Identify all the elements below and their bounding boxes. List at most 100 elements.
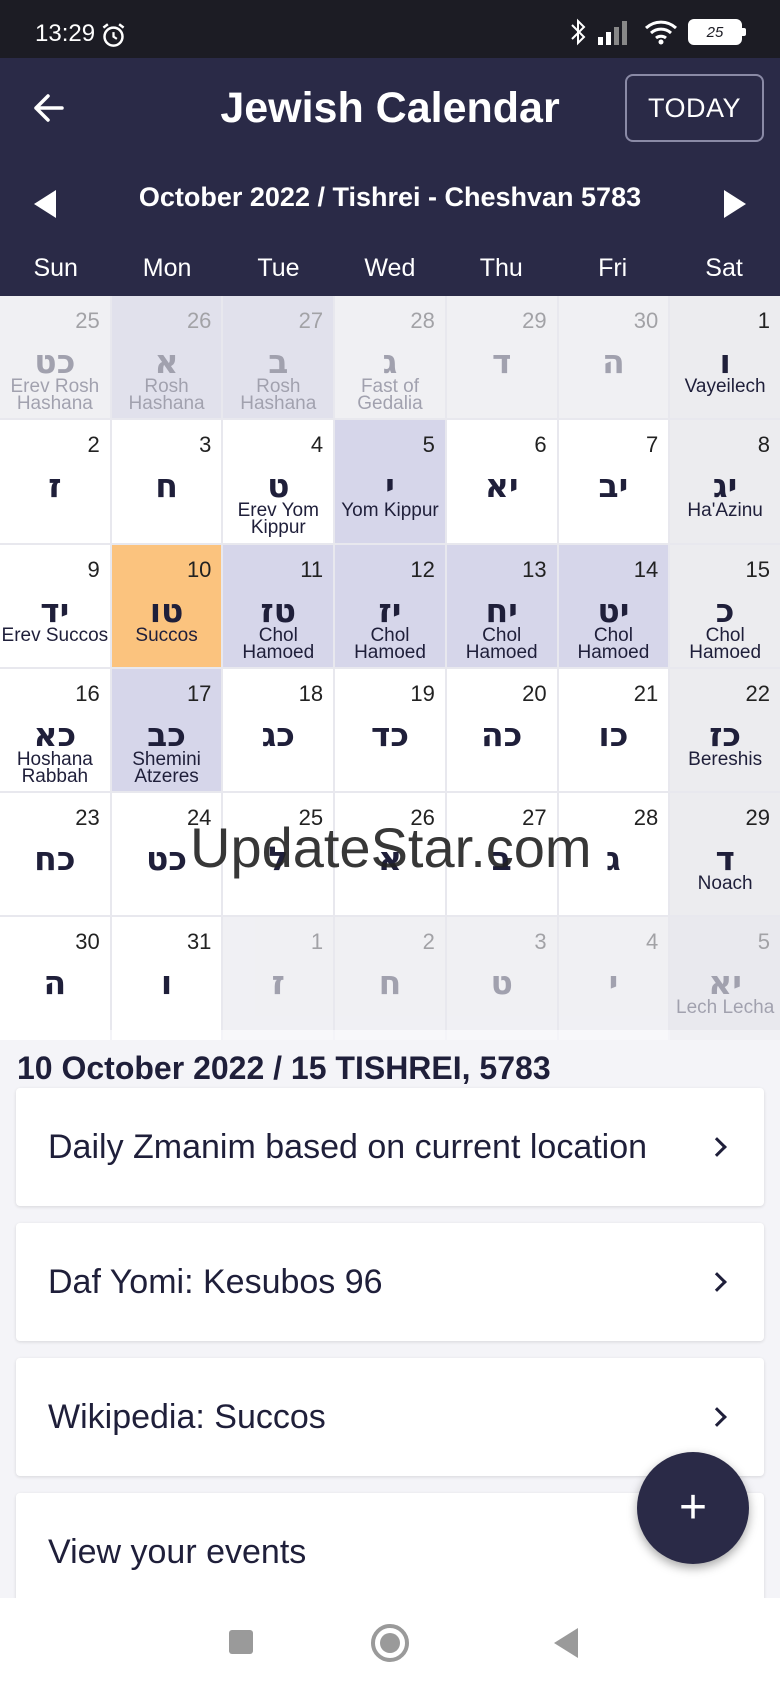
day-event-label: Chol Hamoed [242, 624, 315, 663]
home-icon[interactable] [371, 1624, 409, 1662]
calendar-day-cell[interactable]: 29 ד [446, 296, 557, 419]
day-number: 25 [75, 308, 100, 333]
hebrew-date: א [377, 839, 402, 879]
day-event-label: Yom Kippur [341, 500, 439, 522]
day-number: 30 [633, 308, 659, 333]
add-event-button[interactable]: + [637, 1452, 749, 1564]
month-title: October 2022 / Tishrei - Cheshvan 5783 [138, 182, 642, 212]
day-number: 9 [87, 556, 100, 582]
day-number: 4 [646, 929, 659, 955]
calendar-day-cell[interactable]: 29 ד Noach [670, 793, 780, 916]
calendar-day-cell[interactable]: 23 כח [0, 793, 110, 916]
hebrew-date: ה [43, 963, 67, 1003]
chevron-right-icon [707, 1137, 727, 1157]
day-number: 17 [186, 680, 212, 706]
calendar-day-cell[interactable]: 3ח [111, 420, 222, 543]
recents-icon[interactable] [229, 1630, 253, 1654]
calendar-day-cell[interactable]: 26 א [335, 793, 445, 916]
weekday-label: Sat [705, 254, 743, 282]
calendar-day-cell[interactable]: 27 ב Rosh Hashana [223, 296, 334, 419]
day-number: 25 [298, 805, 324, 831]
calendar-day-cell[interactable]: 6 יא [446, 420, 557, 543]
day-event-label: Chol Hamoed [689, 624, 762, 663]
calendar-day-cell[interactable]: 5 יא Lech Lecha [670, 917, 780, 1040]
weekday-label: Fri [598, 254, 628, 282]
day-number: 27 [522, 805, 547, 831]
calendar-day-cell[interactable]: 10 טו Succos [111, 544, 222, 667]
calendar-day-cell[interactable]: 31 ו [111, 917, 222, 1040]
calendar-day-cell[interactable]: 25 כט Erev Rosh Hashana [0, 296, 110, 419]
day-number: 8 [757, 432, 770, 458]
calendar-day-cell[interactable]: 9 יד Erev Succos [0, 544, 110, 667]
hebrew-date: ט [490, 963, 513, 1003]
calendar-day-cell[interactable]: 14 יט Chol Hamoed [558, 544, 669, 667]
day-event-label: Lech Lecha [676, 997, 775, 1019]
hebrew-date: כה [481, 714, 523, 754]
calendar-day-cell[interactable]: 2ח [335, 917, 445, 1040]
hebrew-date: ה [602, 342, 625, 381]
hebrew-date: יז [378, 590, 402, 630]
calendar-day-cell[interactable]: 25 ל [223, 793, 334, 916]
zmanim-card[interactable]: Daily Zmanim based on current location [16, 1088, 764, 1206]
calendar-day-cell[interactable]: 2ז [0, 420, 110, 543]
calendar-day-cell[interactable]: 17 כב Shemini Atzeres [111, 668, 222, 792]
day-event-label: Erev Succos [1, 624, 109, 646]
status-time: 13:29 [35, 20, 96, 47]
day-number: 23 [75, 805, 100, 831]
day-number: 12 [410, 556, 435, 582]
calendar-day-cell[interactable]: 30 ה [0, 917, 110, 1040]
hebrew-date: יח [485, 590, 518, 630]
hebrew-date: י [608, 963, 619, 1003]
calendar-day-cell[interactable]: 22 כז Bereshis [670, 668, 780, 792]
day-number: 31 [186, 929, 212, 955]
calendar-day-cell[interactable]: 26 א Rosh Hashana [111, 296, 222, 419]
day-event-label: Succos [135, 624, 198, 646]
calendar-day-cell[interactable]: 4י [558, 917, 669, 1040]
calendar-day-cell[interactable]: 28 ג [558, 793, 669, 916]
day-number: 19 [410, 680, 435, 706]
day-number: 18 [298, 680, 324, 706]
calendar-day-cell[interactable]: 15 כ Chol Hamoed [670, 544, 780, 667]
calendar-day-cell[interactable]: 7 יב [558, 420, 669, 543]
next-month-icon[interactable] [724, 190, 746, 218]
day-number: 26 [186, 308, 212, 333]
calendar-day-cell[interactable]: 1ז [223, 917, 334, 1040]
day-event-label: Erev Rosh Hashana [10, 376, 100, 414]
calendar-day-cell[interactable]: 5 י Yom Kippur [335, 420, 445, 543]
weekday-label: Tue [257, 254, 300, 282]
calendar-day-cell[interactable]: 28 ג Fast of Gedalia [335, 296, 445, 419]
calendar-day-cell[interactable]: 1 ו Vayeilech [670, 296, 780, 419]
calendar-day-cell[interactable]: 18 כג [223, 668, 334, 792]
calendar-day-cell[interactable]: 13 יח Chol Hamoed [446, 544, 557, 667]
calendar-day-cell[interactable]: 21 כו [558, 668, 669, 792]
weekday-label: Sun [33, 254, 78, 282]
calendar-day-cell[interactable]: 19 כד [335, 668, 445, 792]
bluetooth-icon [571, 18, 586, 46]
calendar-day-cell[interactable]: 30 ה [558, 296, 669, 419]
day-event-label: Chol Hamoed [577, 624, 650, 663]
chevron-right-icon [707, 1407, 727, 1427]
day-number: 27 [298, 308, 324, 333]
day-number: 5 [757, 929, 770, 955]
calendar-day-cell[interactable]: 11 טז Chol Hamoed [223, 544, 334, 667]
calendar-day-cell[interactable]: 4 ט Erev Yom Kippur [223, 420, 334, 543]
day-event-label: Hoshana Rabbah [16, 748, 93, 787]
calendar-day-cell[interactable]: 12 יז Chol Hamoed [335, 544, 445, 667]
system-back-icon[interactable] [554, 1628, 578, 1658]
hebrew-date: כט [146, 839, 188, 879]
calendar-day-cell[interactable]: 3ט [446, 917, 557, 1040]
day-event-label: Chol Hamoed [354, 624, 426, 663]
hebrew-date: כ [715, 590, 735, 630]
calendar-day-cell[interactable]: 27 ב [446, 793, 557, 916]
calendar-day-cell[interactable]: 16 כא Hoshana Rabbah [0, 668, 110, 792]
status-bar: 13:29 25 [0, 0, 780, 58]
daf-yomi-card[interactable]: Daf Yomi: Kesubos 96 [16, 1223, 764, 1341]
calendar-day-cell[interactable]: 20 כה [446, 668, 557, 792]
wikipedia-card[interactable]: Wikipedia: Succos [16, 1358, 764, 1476]
today-button[interactable]: TODAY [625, 74, 764, 142]
day-number: 20 [522, 680, 547, 706]
hebrew-date: ח [155, 466, 178, 506]
calendar-day-cell[interactable]: 8 יג Ha'Azinu [670, 420, 780, 543]
calendar-day-cell[interactable]: 24 כט [111, 793, 222, 916]
day-number: 30 [75, 929, 100, 955]
